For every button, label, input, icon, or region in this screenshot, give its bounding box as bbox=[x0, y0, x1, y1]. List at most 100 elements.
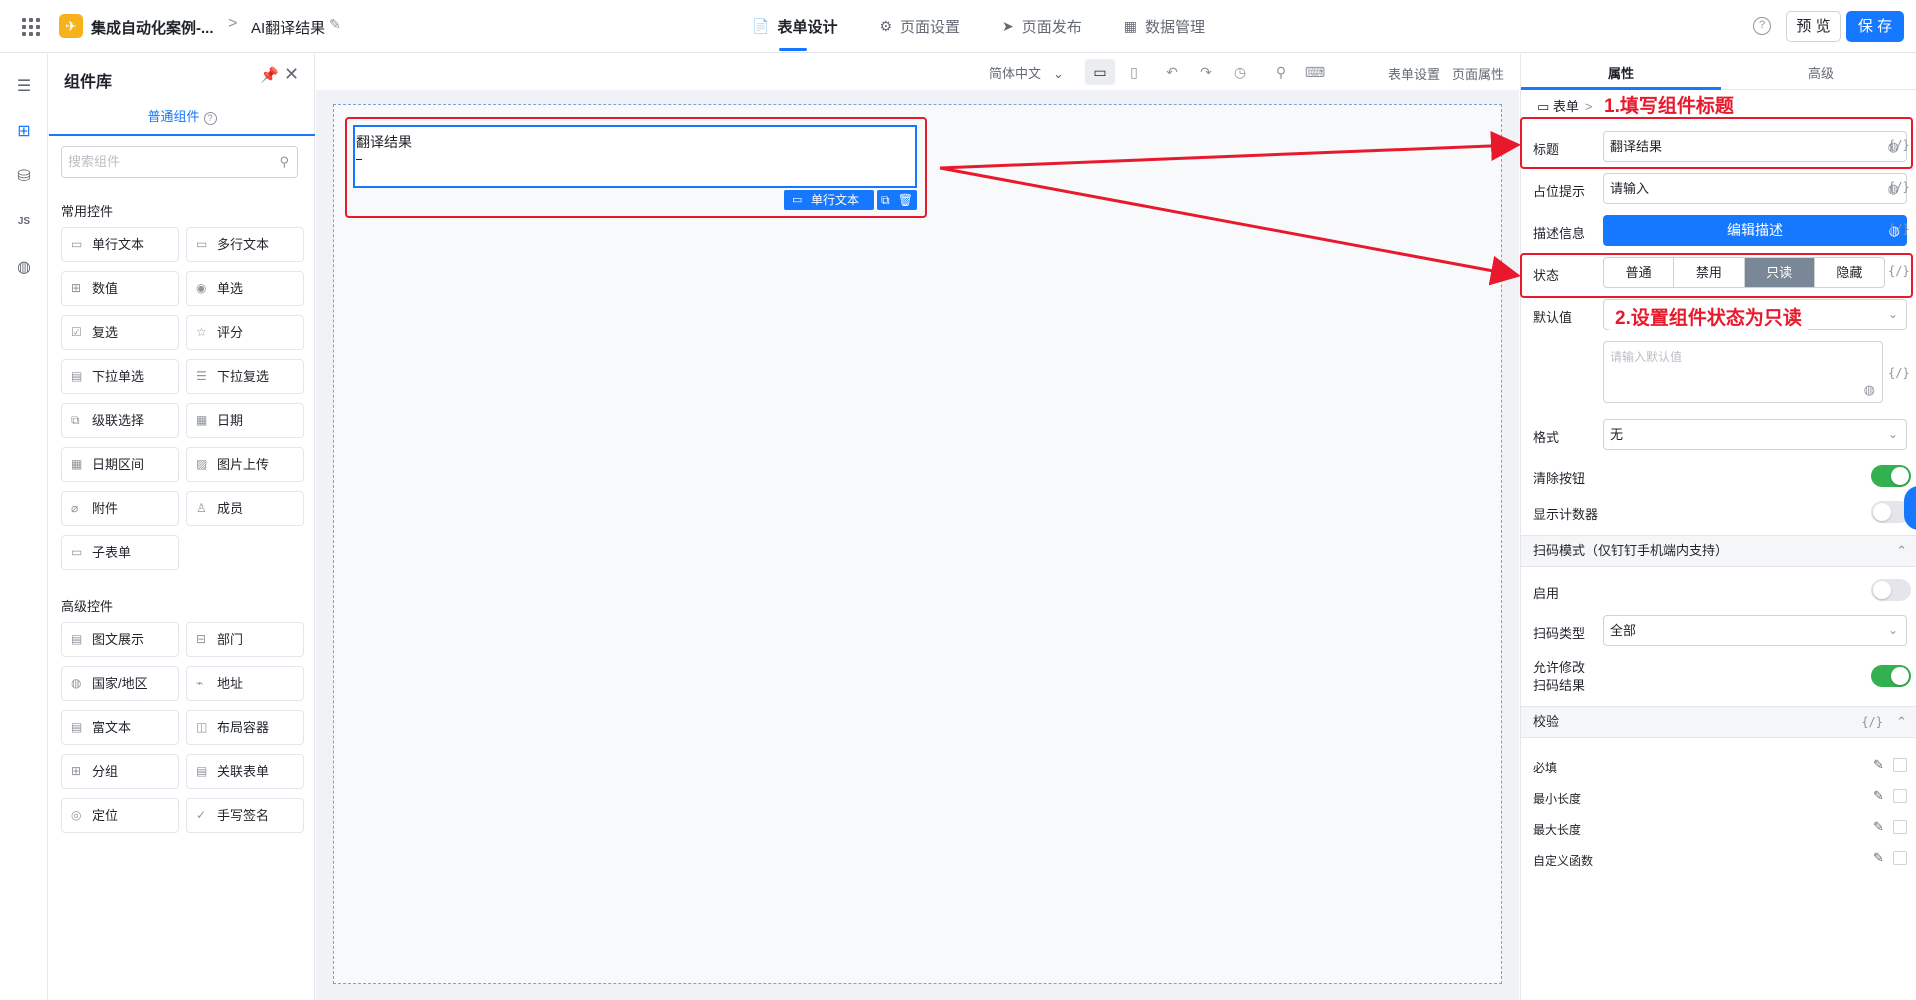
component-item[interactable]: ▭ 多行文本 bbox=[186, 227, 304, 262]
validation-required-checkbox[interactable] bbox=[1893, 758, 1907, 772]
properties-panel: 属性 高级 ▭ 表单 > 标题 翻译结果 ◍ {/} 占位提示 请输入 ◍ {/} 描… bbox=[1520, 54, 1916, 1000]
component-item[interactable]: ▤ 图文展示 bbox=[61, 622, 179, 657]
component-item[interactable]: ⊞ 分组 bbox=[61, 754, 179, 789]
component-label: 评分 bbox=[217, 325, 244, 340]
component-library-icon[interactable]: ⊞ bbox=[13, 121, 35, 143]
language-select[interactable]: 简体中文 ⌄ bbox=[989, 63, 1064, 82]
preview-button[interactable]: 预 览 bbox=[1786, 11, 1841, 42]
component-item[interactable]: ▭ 单行文本 bbox=[61, 227, 179, 262]
js-icon[interactable]: JS bbox=[13, 211, 35, 233]
component-item[interactable]: ⌁ 地址 bbox=[186, 666, 304, 701]
component-item[interactable]: ♙ 成员 bbox=[186, 491, 304, 526]
component-label: 子表单 bbox=[92, 545, 132, 560]
tab-common-components[interactable]: 普通组件? bbox=[49, 104, 315, 136]
tab-form-design[interactable]: 📄 表单设计 bbox=[752, 0, 837, 53]
component-item[interactable]: ⧉ 级联选择 bbox=[61, 403, 179, 438]
edit-icon[interactable]: ✎ bbox=[1873, 757, 1884, 773]
validation-custom-function-checkbox[interactable] bbox=[1893, 851, 1907, 865]
tab-page-publish[interactable]: ➤ 页面发布 bbox=[1002, 0, 1082, 53]
globe-icon[interactable]: ◍ bbox=[1864, 382, 1875, 398]
component-item[interactable]: ▦ 日期区间 bbox=[61, 447, 179, 482]
component-item[interactable]: ◉ 单选 bbox=[186, 271, 304, 306]
crumb-form[interactable]: 表单 bbox=[1553, 99, 1579, 114]
outline-tree-icon[interactable]: ☰ bbox=[13, 76, 35, 98]
tab-advanced[interactable]: 高级 bbox=[1808, 63, 1834, 82]
help-icon[interactable]: ? bbox=[203, 112, 217, 125]
pin-icon[interactable]: 📌 bbox=[260, 66, 279, 84]
validation-section-header[interactable]: 校验 {/} ⌃ bbox=[1521, 706, 1916, 738]
globe-icon[interactable]: ◍ bbox=[13, 257, 35, 279]
component-icon: ☰ bbox=[196, 369, 207, 383]
component-search-input[interactable]: 搜索组件 ⚲ bbox=[61, 146, 298, 178]
component-item[interactable]: ☰ 下拉复选 bbox=[186, 359, 304, 394]
annotation-note-2: 2.设置组件状态为只读 bbox=[1609, 303, 1808, 330]
format-select[interactable]: 无 ⌄ bbox=[1603, 419, 1907, 450]
formula-button[interactable]: {/} bbox=[1888, 222, 1910, 236]
history-icon[interactable]: ◷ bbox=[1225, 59, 1255, 85]
component-item[interactable]: ✓ 手写签名 bbox=[186, 798, 304, 833]
edit-icon[interactable]: ✎ bbox=[1873, 819, 1884, 835]
undo-icon[interactable]: ↶ bbox=[1157, 59, 1187, 85]
mobile-view-icon[interactable]: ▯ bbox=[1119, 59, 1149, 85]
keyboard-icon[interactable]: ⌨ bbox=[1300, 59, 1330, 85]
component-item[interactable]: ⊟ 部门 bbox=[186, 622, 304, 657]
component-icon: ▤ bbox=[71, 632, 83, 646]
component-item[interactable]: ▭ 子表单 bbox=[61, 535, 179, 570]
search-icon[interactable]: ⚲ bbox=[1266, 59, 1296, 85]
scan-type-select[interactable]: 全部 ⌄ bbox=[1603, 615, 1907, 646]
component-item[interactable]: ◎ 定位 bbox=[61, 798, 179, 833]
clear-button-toggle[interactable] bbox=[1871, 465, 1911, 487]
allow-modify-scan-toggle[interactable] bbox=[1871, 665, 1911, 687]
component-icon: ▭ bbox=[71, 545, 83, 559]
edit-description-button[interactable]: 编辑描述 ◍ bbox=[1603, 215, 1907, 246]
floating-assistant-button[interactable] bbox=[1904, 486, 1916, 530]
component-icon: ◫ bbox=[196, 720, 208, 734]
default-value-textarea[interactable]: 请输入默认值 ◍ bbox=[1603, 341, 1883, 403]
redo-icon[interactable]: ↷ bbox=[1191, 59, 1221, 85]
edit-name-icon[interactable]: ✎ bbox=[329, 16, 341, 33]
tab-data-management[interactable]: ▦ 数据管理 bbox=[1124, 0, 1205, 53]
component-item[interactable]: ⌀ 附件 bbox=[61, 491, 179, 526]
validation-max-length-checkbox[interactable] bbox=[1893, 820, 1907, 834]
component-item[interactable]: ▨ 图片上传 bbox=[186, 447, 304, 482]
app-name[interactable]: 集成自动化案例-... bbox=[91, 17, 214, 38]
placeholder-input[interactable]: 请输入 ◍ bbox=[1603, 173, 1907, 204]
scan-enable-toggle[interactable] bbox=[1871, 579, 1911, 601]
component-item[interactable]: ⊞ 数值 bbox=[61, 271, 179, 306]
component-item[interactable]: ▤ 关联表单 bbox=[186, 754, 304, 789]
component-item[interactable]: ☆ 评分 bbox=[186, 315, 304, 350]
formula-button[interactable]: {/} bbox=[1888, 180, 1910, 194]
help-icon[interactable]: ? bbox=[1753, 17, 1771, 35]
component-item[interactable]: ▦ 日期 bbox=[186, 403, 304, 438]
edit-icon[interactable]: ✎ bbox=[1873, 850, 1884, 866]
page-properties-button[interactable]: 页面属性 bbox=[1452, 64, 1504, 83]
apps-grid-icon[interactable] bbox=[22, 18, 40, 36]
component-item[interactable]: ▤ 富文本 bbox=[61, 710, 179, 745]
component-item[interactable]: ▤ 下拉单选 bbox=[61, 359, 179, 394]
component-label: 附件 bbox=[92, 501, 119, 516]
scan-mode-section-header[interactable]: 扫码模式（仅钉钉手机端内支持） ⌃ bbox=[1521, 535, 1916, 567]
validation-min-length-checkbox[interactable] bbox=[1893, 789, 1907, 803]
component-label: 关联表单 bbox=[217, 764, 270, 779]
placeholder-label: 占位提示 bbox=[1533, 184, 1586, 199]
component-item[interactable]: ◍ 国家/地区 bbox=[61, 666, 179, 701]
close-icon[interactable]: ✕ bbox=[284, 64, 299, 85]
datasource-icon[interactable]: ⛁ bbox=[13, 166, 35, 188]
component-label: 富文本 bbox=[92, 720, 132, 735]
chevron-down-icon: ⌄ bbox=[1887, 307, 1898, 321]
formula-button[interactable]: {/} bbox=[1888, 366, 1910, 380]
form-settings-button[interactable]: 表单设置 bbox=[1388, 64, 1440, 83]
properties-tabs: 属性 高级 bbox=[1521, 54, 1916, 90]
save-button[interactable]: 保 存 bbox=[1846, 11, 1904, 42]
formula-button[interactable]: {/} bbox=[1861, 707, 1883, 737]
component-item[interactable]: ◫ 布局容器 bbox=[186, 710, 304, 745]
form-canvas[interactable] bbox=[333, 104, 1502, 984]
desktop-view-icon[interactable]: ▭ bbox=[1085, 59, 1115, 85]
component-library-panel: 组件库 📌 ✕ 普通组件? 搜索组件 ⚲ 常用控件 ▭ 单行文本 ▭ 多行文本 ⊞ 数值 ◉ 单… bbox=[49, 54, 315, 1000]
edit-icon[interactable]: ✎ bbox=[1873, 788, 1884, 804]
tab-properties[interactable]: 属性 bbox=[1608, 63, 1634, 82]
active-tab-indicator bbox=[1521, 87, 1721, 90]
tab-page-settings[interactable]: ⚙ 页面设置 bbox=[879, 0, 960, 53]
component-item[interactable]: ☑ 复选 bbox=[61, 315, 179, 350]
component-icon: ◉ bbox=[196, 281, 207, 295]
